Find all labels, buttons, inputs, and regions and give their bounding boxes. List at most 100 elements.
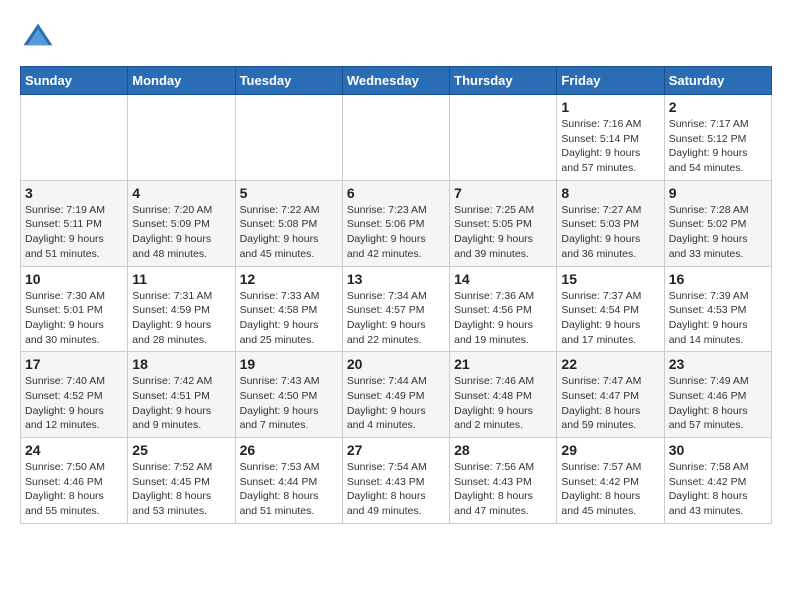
day-number: 18 — [132, 356, 230, 372]
calendar-cell: 26 Sunrise: 7:53 AM Sunset: 4:44 PM Dayli… — [235, 438, 342, 524]
calendar-cell: 2 Sunrise: 7:17 AM Sunset: 5:12 PM Daylig… — [664, 95, 771, 181]
calendar-cell: 18 Sunrise: 7:42 AM Sunset: 4:51 PM Dayli… — [128, 352, 235, 438]
calendar-week-row: 17Sunrise: 7:40 AM Sunset: 4:52 PM Dayli… — [21, 352, 772, 438]
day-number: 19 — [240, 356, 338, 372]
calendar-cell: 4 Sunrise: 7:20 AM Sunset: 5:09 PM Daylig… — [128, 180, 235, 266]
day-info: Sunrise: 7:17 AM Sunset: 5:12 PM Dayligh… — [669, 117, 767, 176]
day-info: Sunrise: 7:54 AM Sunset: 4:43 PM Dayligh… — [347, 460, 445, 519]
calendar-cell: 27Sunrise: 7:54 AM Sunset: 4:43 PM Dayli… — [342, 438, 449, 524]
day-info: Sunrise: 7:58 AM Sunset: 4:42 PM Dayligh… — [669, 460, 767, 519]
day-header-saturday: Saturday — [664, 67, 771, 95]
day-number: 1 — [561, 99, 659, 115]
calendar-week-row: 10Sunrise: 7:30 AM Sunset: 5:01 PM Dayli… — [21, 266, 772, 352]
day-header-wednesday: Wednesday — [342, 67, 449, 95]
day-info: Sunrise: 7:42 AM Sunset: 4:51 PM Dayligh… — [132, 374, 230, 433]
day-number: 30 — [669, 442, 767, 458]
calendar-cell: 1 Sunrise: 7:16 AM Sunset: 5:14 PM Daylig… — [557, 95, 664, 181]
calendar-week-row: 3 Sunrise: 7:19 AM Sunset: 5:11 PM Daylig… — [21, 180, 772, 266]
day-info: Sunrise: 7:47 AM Sunset: 4:47 PM Dayligh… — [561, 374, 659, 433]
calendar-cell: 15 Sunrise: 7:37 AM Sunset: 4:54 PM Dayli… — [557, 266, 664, 352]
day-number: 29 — [561, 442, 659, 458]
calendar-cell — [450, 95, 557, 181]
day-number: 9 — [669, 185, 767, 201]
day-number: 5 — [240, 185, 338, 201]
day-info: Sunrise: 7:25 AM Sunset: 5:05 PM Dayligh… — [454, 203, 552, 262]
day-info: Sunrise: 7:20 AM Sunset: 5:09 PM Dayligh… — [132, 203, 230, 262]
calendar-cell: 17Sunrise: 7:40 AM Sunset: 4:52 PM Dayli… — [21, 352, 128, 438]
day-info: Sunrise: 7:27 AM Sunset: 5:03 PM Dayligh… — [561, 203, 659, 262]
day-info: Sunrise: 7:16 AM Sunset: 5:14 PM Dayligh… — [561, 117, 659, 176]
day-info: Sunrise: 7:19 AM Sunset: 5:11 PM Dayligh… — [25, 203, 123, 262]
day-info: Sunrise: 7:28 AM Sunset: 5:02 PM Dayligh… — [669, 203, 767, 262]
calendar-cell: 30 Sunrise: 7:58 AM Sunset: 4:42 PM Dayli… — [664, 438, 771, 524]
day-number: 24 — [25, 442, 123, 458]
day-number: 21 — [454, 356, 552, 372]
calendar-cell: 13Sunrise: 7:34 AM Sunset: 4:57 PM Dayli… — [342, 266, 449, 352]
day-info: Sunrise: 7:23 AM Sunset: 5:06 PM Dayligh… — [347, 203, 445, 262]
calendar-cell — [235, 95, 342, 181]
day-info: Sunrise: 7:57 AM Sunset: 4:42 PM Dayligh… — [561, 460, 659, 519]
calendar-cell: 7Sunrise: 7:25 AM Sunset: 5:05 PM Daylig… — [450, 180, 557, 266]
calendar-cell: 16 Sunrise: 7:39 AM Sunset: 4:53 PM Dayli… — [664, 266, 771, 352]
day-info: Sunrise: 7:22 AM Sunset: 5:08 PM Dayligh… — [240, 203, 338, 262]
day-number: 15 — [561, 271, 659, 287]
day-header-sunday: Sunday — [21, 67, 128, 95]
calendar-cell: 3 Sunrise: 7:19 AM Sunset: 5:11 PM Daylig… — [21, 180, 128, 266]
logo — [20, 20, 62, 56]
day-info: Sunrise: 7:50 AM Sunset: 4:46 PM Dayligh… — [25, 460, 123, 519]
calendar-cell: 28 Sunrise: 7:56 AM Sunset: 4:43 PM Dayli… — [450, 438, 557, 524]
day-header-friday: Friday — [557, 67, 664, 95]
logo-icon — [20, 20, 56, 56]
day-info: Sunrise: 7:49 AM Sunset: 4:46 PM Dayligh… — [669, 374, 767, 433]
day-number: 3 — [25, 185, 123, 201]
day-info: Sunrise: 7:46 AM Sunset: 4:48 PM Dayligh… — [454, 374, 552, 433]
day-info: Sunrise: 7:56 AM Sunset: 4:43 PM Dayligh… — [454, 460, 552, 519]
day-number: 16 — [669, 271, 767, 287]
day-info: Sunrise: 7:43 AM Sunset: 4:50 PM Dayligh… — [240, 374, 338, 433]
calendar-header-row: SundayMondayTuesdayWednesdayThursdayFrid… — [21, 67, 772, 95]
day-header-thursday: Thursday — [450, 67, 557, 95]
day-number: 2 — [669, 99, 767, 115]
day-info: Sunrise: 7:44 AM Sunset: 4:49 PM Dayligh… — [347, 374, 445, 433]
day-number: 10 — [25, 271, 123, 287]
calendar-cell: 20 Sunrise: 7:44 AM Sunset: 4:49 PM Dayli… — [342, 352, 449, 438]
calendar-cell: 21 Sunrise: 7:46 AM Sunset: 4:48 PM Dayli… — [450, 352, 557, 438]
day-info: Sunrise: 7:39 AM Sunset: 4:53 PM Dayligh… — [669, 289, 767, 348]
day-number: 6 — [347, 185, 445, 201]
calendar-cell: 8 Sunrise: 7:27 AM Sunset: 5:03 PM Daylig… — [557, 180, 664, 266]
calendar-cell — [128, 95, 235, 181]
day-number: 11 — [132, 271, 230, 287]
calendar-cell: 14 Sunrise: 7:36 AM Sunset: 4:56 PM Dayli… — [450, 266, 557, 352]
day-number: 12 — [240, 271, 338, 287]
day-info: Sunrise: 7:36 AM Sunset: 4:56 PM Dayligh… — [454, 289, 552, 348]
calendar-cell: 25Sunrise: 7:52 AM Sunset: 4:45 PM Dayli… — [128, 438, 235, 524]
day-header-monday: Monday — [128, 67, 235, 95]
calendar-cell: 9 Sunrise: 7:28 AM Sunset: 5:02 PM Daylig… — [664, 180, 771, 266]
calendar-cell: 19 Sunrise: 7:43 AM Sunset: 4:50 PM Dayli… — [235, 352, 342, 438]
day-info: Sunrise: 7:40 AM Sunset: 4:52 PM Dayligh… — [25, 374, 123, 433]
day-number: 14 — [454, 271, 552, 287]
day-number: 26 — [240, 442, 338, 458]
day-number: 20 — [347, 356, 445, 372]
day-number: 8 — [561, 185, 659, 201]
calendar-cell — [21, 95, 128, 181]
calendar-cell: 6 Sunrise: 7:23 AM Sunset: 5:06 PM Daylig… — [342, 180, 449, 266]
day-info: Sunrise: 7:37 AM Sunset: 4:54 PM Dayligh… — [561, 289, 659, 348]
day-number: 22 — [561, 356, 659, 372]
day-info: Sunrise: 7:53 AM Sunset: 4:44 PM Dayligh… — [240, 460, 338, 519]
day-info: Sunrise: 7:31 AM Sunset: 4:59 PM Dayligh… — [132, 289, 230, 348]
day-number: 4 — [132, 185, 230, 201]
day-info: Sunrise: 7:33 AM Sunset: 4:58 PM Dayligh… — [240, 289, 338, 348]
calendar-cell: 12 Sunrise: 7:33 AM Sunset: 4:58 PM Dayli… — [235, 266, 342, 352]
calendar-cell: 23 Sunrise: 7:49 AM Sunset: 4:46 PM Dayli… — [664, 352, 771, 438]
day-number: 23 — [669, 356, 767, 372]
day-info: Sunrise: 7:34 AM Sunset: 4:57 PM Dayligh… — [347, 289, 445, 348]
calendar-cell: 10Sunrise: 7:30 AM Sunset: 5:01 PM Dayli… — [21, 266, 128, 352]
calendar-cell: 22 Sunrise: 7:47 AM Sunset: 4:47 PM Dayli… — [557, 352, 664, 438]
day-number: 25 — [132, 442, 230, 458]
day-number: 28 — [454, 442, 552, 458]
calendar-week-row: 1 Sunrise: 7:16 AM Sunset: 5:14 PM Daylig… — [21, 95, 772, 181]
day-header-tuesday: Tuesday — [235, 67, 342, 95]
calendar-cell — [342, 95, 449, 181]
calendar-cell: 11 Sunrise: 7:31 AM Sunset: 4:59 PM Dayli… — [128, 266, 235, 352]
